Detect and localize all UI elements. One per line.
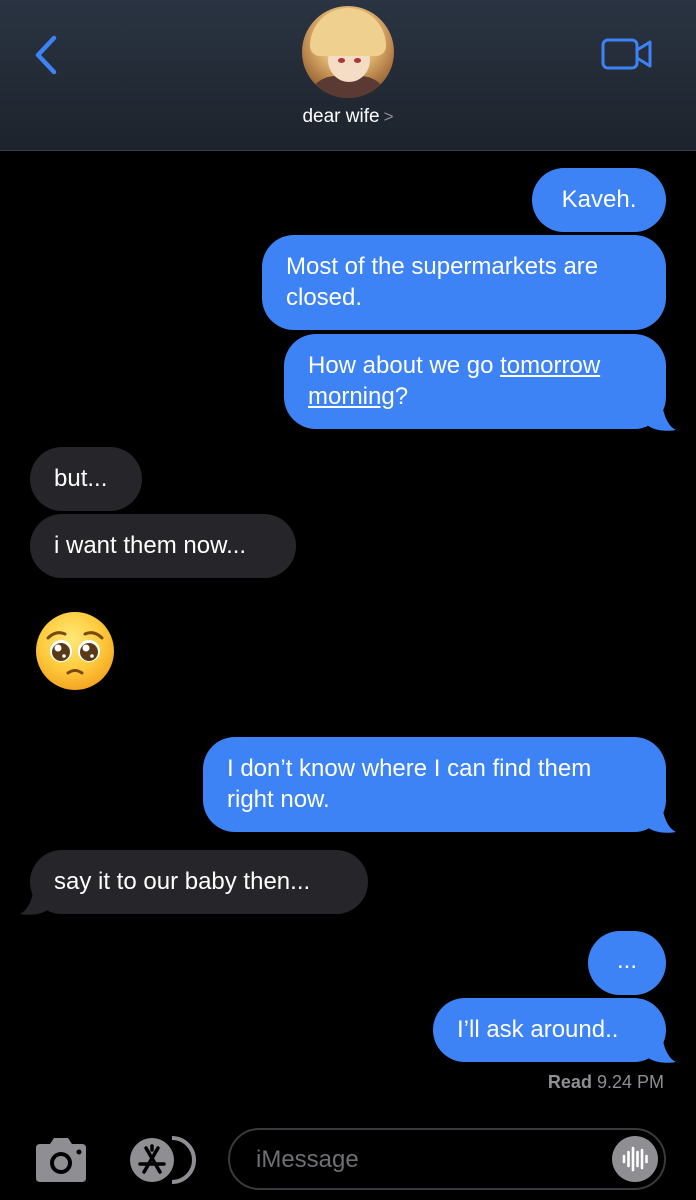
imessage-input[interactable] — [228, 1128, 666, 1190]
camera-button[interactable] — [32, 1136, 90, 1184]
date-link[interactable]: morning — [308, 383, 395, 410]
chevron-right-icon: > — [383, 107, 394, 126]
read-time: 9.24 PM — [596, 1072, 664, 1092]
bubble-tail — [640, 404, 676, 431]
message-bubble-incoming[interactable]: but... — [30, 447, 142, 511]
chevron-left-icon — [35, 35, 57, 75]
read-label: Read — [547, 1072, 592, 1092]
message-bubble-outgoing[interactable]: Kaveh. — [532, 168, 666, 232]
message-bubble-outgoing[interactable]: I don’t know where I can find them right… — [203, 737, 666, 832]
bubble-tail — [640, 1036, 676, 1063]
bubble-tail — [20, 888, 56, 915]
date-link[interactable]: tomorrow — [500, 352, 600, 379]
pleading-face-emoji[interactable] — [34, 610, 116, 692]
audio-message-button[interactable] — [612, 1136, 658, 1182]
message-bubble-outgoing[interactable]: How about we go tomorrow morning? — [284, 334, 666, 429]
facetime-video-button[interactable] — [600, 36, 654, 72]
message-text-field[interactable] — [254, 1142, 598, 1178]
read-receipt: Read 9.24 PM — [548, 1072, 664, 1093]
camera-icon — [36, 1138, 86, 1182]
message-bubble-outgoing[interactable]: Most of the supermarkets are closed. — [262, 235, 666, 330]
message-bubble-outgoing[interactable]: ... — [588, 931, 666, 995]
contact-name: dear wife — [302, 106, 380, 127]
app-store-icon — [130, 1136, 196, 1184]
back-button[interactable] — [26, 30, 66, 80]
waveform-icon — [622, 1146, 648, 1172]
contact-avatar[interactable] — [302, 6, 394, 98]
bubble-tail — [640, 806, 676, 833]
message-bubble-incoming[interactable]: i want them now... — [30, 514, 296, 578]
video-camera-icon — [601, 38, 652, 70]
message-bubble-outgoing[interactable]: I’ll ask around.. — [433, 998, 666, 1062]
app-store-button[interactable] — [128, 1136, 200, 1184]
conversation-header: dear wife > — [0, 0, 696, 151]
contact-name-button[interactable]: dear wife > — [0, 106, 696, 128]
message-bubble-incoming[interactable]: say it to our baby then... — [30, 850, 368, 914]
